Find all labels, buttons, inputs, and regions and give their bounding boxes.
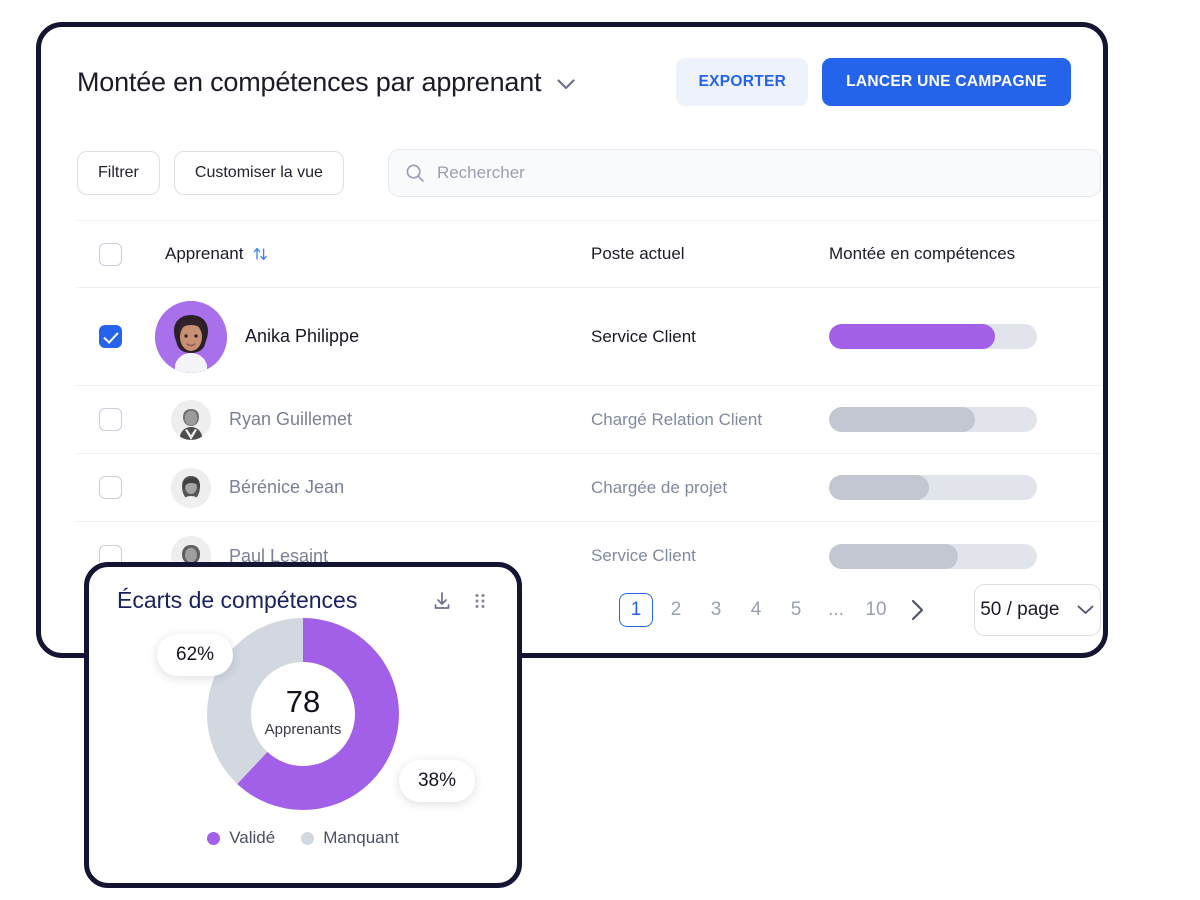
column-label-role: Poste actuel xyxy=(591,244,685,263)
page-button-10[interactable]: 10 xyxy=(859,593,893,627)
legend-item-manquant[interactable]: Manquant xyxy=(301,828,399,848)
progress-track xyxy=(829,407,1037,432)
page-title: Montée en compétences par apprenant xyxy=(77,66,542,97)
column-label-learner: Apprenant xyxy=(165,244,244,263)
page-title-group[interactable]: Montée en compétences par apprenant xyxy=(77,67,676,98)
page-button-2[interactable]: 2 xyxy=(659,593,693,627)
column-header-progress[interactable]: Montée en compétences xyxy=(829,244,1101,264)
legend-dot-manquant xyxy=(301,831,315,845)
role-cell: Chargé Relation Client xyxy=(591,410,829,430)
search-box[interactable] xyxy=(387,149,1101,197)
table-row[interactable]: Ryan Guillemet Chargé Relation Client xyxy=(77,386,1101,454)
role-label: Service Client xyxy=(591,546,696,565)
column-label-progress: Montée en compétences xyxy=(829,244,1016,263)
donut-legend: Validé Manquant xyxy=(89,828,517,848)
role-label: Chargé Relation Client xyxy=(591,409,763,429)
donut-chart: 78 Apprenants 62% 38% xyxy=(89,616,517,810)
chevron-down-icon xyxy=(1078,605,1094,614)
progress-track xyxy=(829,543,1037,569)
download-icon[interactable] xyxy=(431,590,453,612)
progress-fill xyxy=(829,407,975,432)
progress-track xyxy=(829,324,1037,349)
avatar xyxy=(171,467,211,508)
learner-name: Bérénice Jean xyxy=(229,477,345,497)
search-input[interactable] xyxy=(436,163,1063,183)
column-header-learner[interactable]: Apprenant xyxy=(143,244,591,264)
progress-fill xyxy=(829,475,929,500)
progress-track xyxy=(829,475,1037,500)
launch-campaign-button[interactable]: LANCER UNE CAMPAGNE xyxy=(822,58,1071,106)
chevron-right-icon xyxy=(912,599,924,621)
donut-bubble-secondary: 38% xyxy=(398,760,475,802)
avatar xyxy=(155,300,227,373)
row-select-cell[interactable] xyxy=(77,325,143,348)
page-button-1[interactable]: 1 xyxy=(619,593,653,627)
customize-view-button[interactable]: Customiser la vue xyxy=(173,151,344,195)
donut-sublabel: Apprenants xyxy=(264,720,342,738)
page-button-4[interactable]: 4 xyxy=(739,593,773,627)
chevron-down-icon[interactable] xyxy=(557,78,575,90)
learner-name: Anika Philippe xyxy=(245,326,360,346)
donut-bubble-primary: 62% xyxy=(157,634,234,676)
row-checkbox[interactable] xyxy=(99,476,122,499)
role-label: Service Client xyxy=(591,326,696,346)
progress-fill xyxy=(829,543,958,569)
next-page-button[interactable] xyxy=(905,593,932,627)
filter-button[interactable]: Filtrer xyxy=(77,151,160,195)
avatar xyxy=(171,399,211,440)
learner-cell: Ryan Guillemet xyxy=(143,399,591,440)
donut-center-label: 78 Apprenants xyxy=(233,686,373,738)
screenshot-root: Montée en compétences par apprenant EXPO… xyxy=(0,0,1200,900)
legend-dot-valide xyxy=(207,831,221,845)
skills-gap-title: Écarts de compétences xyxy=(117,587,358,613)
sort-arrows-icon[interactable] xyxy=(253,246,268,262)
legend-item-valide[interactable]: Validé xyxy=(207,828,275,848)
table-row[interactable]: Anika Philippe Service Client xyxy=(77,288,1101,386)
page-ellipsis: ... xyxy=(828,599,844,620)
donut-value: 78 xyxy=(285,684,321,720)
role-cell: Chargée de projet xyxy=(591,478,829,498)
column-header-role[interactable]: Poste actuel xyxy=(591,244,829,264)
row-select-cell[interactable] xyxy=(77,408,143,431)
learner-name: Ryan Guillemet xyxy=(229,409,353,429)
legend-label-valide: Validé xyxy=(229,828,276,847)
progress-fill xyxy=(829,324,996,349)
row-select-cell[interactable] xyxy=(77,476,143,499)
card-header: Montée en compétences par apprenant EXPO… xyxy=(41,27,1103,137)
table-header-row: Apprenant Poste actuel Montée en compéte… xyxy=(77,220,1101,288)
role-cell: Service Client xyxy=(591,327,829,347)
role-cell: Service Client xyxy=(591,546,829,566)
page-button-3[interactable]: 3 xyxy=(699,593,733,627)
per-page-label: 50 / page xyxy=(980,599,1060,620)
learner-cell: Bérénice Jean xyxy=(143,467,591,508)
learner-cell: Anika Philippe xyxy=(143,300,591,373)
progress-cell xyxy=(829,475,1101,500)
page-button-5[interactable]: 5 xyxy=(779,593,813,627)
skills-gap-card: Écarts de compétences 78 Apprenants 62% … xyxy=(84,562,522,888)
table-toolbar: Filtrer Customiser la vue xyxy=(77,137,1101,209)
select-all-cell[interactable] xyxy=(77,242,143,266)
table-row[interactable]: Bérénice Jean Chargée de projet xyxy=(77,454,1101,522)
row-checkbox[interactable] xyxy=(99,408,122,431)
progress-cell xyxy=(829,324,1101,349)
learners-table: Apprenant Poste actuel Montée en compéte… xyxy=(77,220,1101,590)
row-checkbox[interactable] xyxy=(99,325,122,348)
per-page-select[interactable]: 50 / page xyxy=(973,584,1101,636)
skills-gap-header: Écarts de compétences xyxy=(89,567,517,614)
search-icon xyxy=(406,164,424,182)
progress-cell xyxy=(829,543,1101,569)
export-button[interactable]: EXPORTER xyxy=(676,58,809,106)
progress-cell xyxy=(829,407,1101,432)
drag-handle-icon[interactable] xyxy=(469,590,491,612)
role-label: Chargée de projet xyxy=(591,477,728,497)
select-all-checkbox[interactable] xyxy=(99,242,122,266)
legend-label-manquant: Manquant xyxy=(323,828,399,847)
